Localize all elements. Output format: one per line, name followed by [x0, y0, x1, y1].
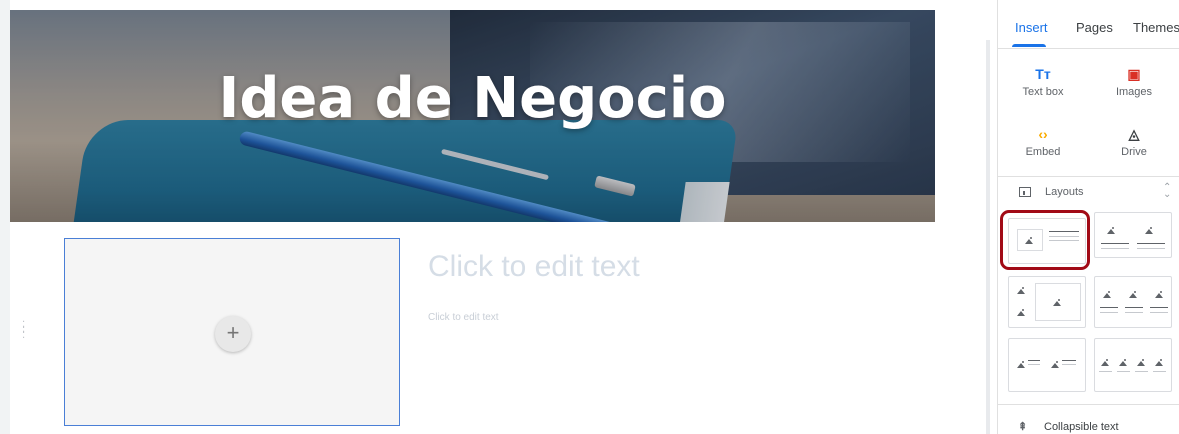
layout-three-images[interactable] [1094, 276, 1172, 328]
collapse-chevron-icon[interactable]: ⌃ ⌄ [1163, 183, 1171, 200]
image-icon [1107, 227, 1116, 234]
layout-text-line [1028, 360, 1040, 361]
layouts-icon [1019, 187, 1031, 197]
layout-text-line [1153, 371, 1166, 372]
image-icon [1017, 309, 1026, 316]
layouts-heading[interactable]: Layouts [1045, 186, 1084, 198]
text-body-placeholder[interactable]: Click to edit text [428, 312, 499, 323]
layout-text-line [1150, 307, 1168, 308]
collapsible-text-label: Collapsible text [1044, 421, 1119, 433]
image-icon: ▣ [1127, 66, 1141, 82]
canvas-margin [935, 0, 990, 434]
embed-icon: ‹› [1038, 126, 1048, 142]
layout-two-images[interactable] [1094, 212, 1172, 258]
active-tab-indicator [1012, 44, 1046, 47]
tab-insert[interactable]: Insert [1015, 20, 1048, 35]
layout-text-line [1101, 248, 1129, 249]
image-icon [1155, 291, 1164, 298]
layout-text-line [1101, 243, 1129, 244]
image-icon [1017, 361, 1026, 368]
layout-text-line [1117, 371, 1130, 372]
layout-text-line [1100, 312, 1118, 313]
layout-text-line [1099, 371, 1112, 372]
image-placeholder[interactable]: + [64, 238, 400, 426]
tab-pages[interactable]: Pages [1076, 20, 1113, 35]
drive-label: Drive [1121, 146, 1147, 158]
images-label: Images [1115, 86, 1153, 98]
image-icon [1051, 361, 1060, 368]
divider [998, 404, 1179, 405]
layout-text-line [1125, 307, 1143, 308]
divider [998, 176, 1179, 177]
embed-label: Embed [1025, 146, 1061, 158]
layout-text-line [1135, 371, 1148, 372]
layout-text-line [1100, 307, 1118, 308]
image-icon [1103, 291, 1112, 298]
highlight-annotation [1000, 210, 1090, 270]
drag-handle-icon[interactable]: ⁚ ⁚ ⁚ [22, 321, 28, 341]
layout-image-text-pairs[interactable] [1008, 338, 1086, 392]
image-icon [1155, 359, 1164, 366]
layout-text-line [1137, 243, 1165, 244]
tab-themes[interactable]: Themes [1133, 20, 1179, 35]
text-box-button[interactable]: Tт Text box [1008, 64, 1078, 98]
image-icon [1053, 299, 1062, 306]
layout-text-line [1137, 248, 1165, 249]
image-icon [1101, 359, 1110, 366]
panel-tabs: Insert Pages Themes [998, 0, 1179, 49]
collapsible-text-button[interactable]: ⇞ Collapsible text [1018, 420, 1119, 433]
image-icon [1119, 359, 1128, 366]
image-icon [1129, 291, 1138, 298]
layout-text-line [1125, 312, 1143, 313]
layout-text-line [1062, 360, 1076, 361]
images-button[interactable]: ▣ Images [1099, 64, 1169, 98]
add-image-button[interactable]: + [215, 316, 251, 352]
text-heading-placeholder[interactable]: Click to edit text [428, 250, 640, 284]
layout-text-line [1150, 312, 1168, 313]
layout-text-line [1062, 364, 1076, 365]
layout-image-grid[interactable] [1008, 276, 1086, 328]
header-banner[interactable]: Idea de Negocio [10, 10, 935, 222]
collapsible-text-icon: ⇞ [1018, 421, 1028, 433]
canvas-scrollbar[interactable] [986, 40, 990, 434]
layout-text-line [1028, 364, 1040, 365]
image-icon [1017, 287, 1026, 294]
text-box-icon: Tт [1035, 66, 1051, 82]
image-icon [1145, 227, 1154, 234]
drive-button[interactable]: ◬ Drive [1099, 124, 1169, 158]
page-title[interactable]: Idea de Negocio [10, 66, 935, 131]
site-page: Idea de Negocio ⁚ ⁚ ⁚ + Click to edit text… [10, 0, 935, 434]
image-icon [1137, 359, 1146, 366]
embed-button[interactable]: ‹› Embed [1008, 124, 1078, 158]
text-box-label: Text box [1022, 86, 1064, 98]
drive-icon: ◬ [1128, 126, 1140, 142]
layout-four-images[interactable] [1094, 338, 1172, 392]
